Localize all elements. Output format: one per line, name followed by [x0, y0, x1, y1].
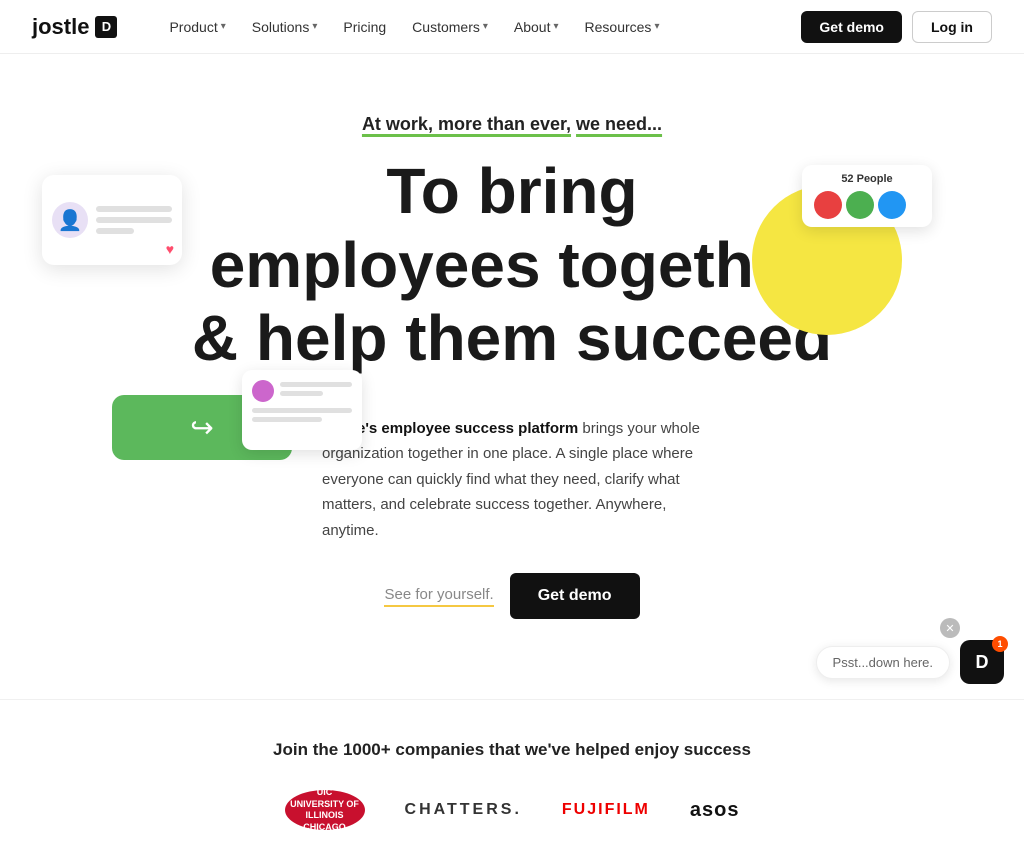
small-card [242, 370, 362, 450]
circle-green [846, 191, 874, 219]
login-button[interactable]: Log in [912, 11, 992, 43]
get-demo-hero-button[interactable]: Get demo [510, 573, 640, 619]
nav-actions: Get demo Log in [801, 11, 992, 43]
nav-item-solutions[interactable]: Solutions ▾ [240, 13, 330, 41]
logos-row: UICUNIVERSITY OFILLINOIS CHICAGO CHATTER… [32, 790, 992, 830]
hero-main: 👤 ♥ 52 People To bring [32, 155, 992, 376]
hero-tagline: At work, more than ever, we need... [32, 114, 992, 135]
nav-item-resources[interactable]: Resources ▾ [573, 13, 672, 41]
logo-chatters: CHATTERS. [405, 801, 522, 819]
avatar-icon: 👤 [52, 202, 88, 238]
nav-item-customers[interactable]: Customers ▾ [400, 13, 500, 41]
nav-item-product[interactable]: Product ▾ [157, 13, 237, 41]
chat-badge: 1 [992, 636, 1008, 652]
people-card: 52 People [802, 165, 932, 227]
logo[interactable]: jostle [32, 14, 117, 40]
hero-tagline-highlight: we need... [576, 114, 662, 134]
navbar: jostle Product ▾ Solutions ▾ Pricing Cus… [0, 0, 1024, 54]
arrow-icon: ↪ [190, 411, 213, 444]
chevron-down-icon: ▾ [553, 21, 558, 32]
small-card-icon [252, 380, 274, 402]
hero-cta: See for yourself. Get demo [32, 573, 992, 619]
chat-close-button[interactable]: ✕ [940, 618, 960, 638]
logo-icon [95, 16, 117, 38]
logo-asos: asos [690, 799, 740, 822]
heart-icon: ♥ [166, 241, 174, 257]
nav-item-pricing[interactable]: Pricing [331, 13, 398, 41]
see-for-yourself-link[interactable]: See for yourself. [384, 586, 493, 607]
profile-card: 👤 ♥ [42, 175, 182, 265]
hero-description: Jostle's employee success platform bring… [322, 416, 702, 544]
logo-uic: UICUNIVERSITY OFILLINOIS CHICAGO [285, 790, 365, 830]
circle-blue [878, 191, 906, 219]
social-proof-section: Join the 1000+ companies that we've help… [0, 699, 1024, 850]
chat-popup: Psst...down here. D 1 [816, 640, 1004, 684]
circle-red [814, 191, 842, 219]
logo-text: jostle [32, 14, 89, 40]
social-proof-heading: Join the 1000+ companies that we've help… [32, 740, 992, 760]
people-count: 52 People [814, 173, 920, 185]
chevron-down-icon: ▾ [312, 21, 317, 32]
logo-fujifilm: FUJIFILM [562, 801, 650, 819]
hero-section: At work, more than ever, we need... 👤 ♥ … [0, 54, 1024, 659]
nav-links: Product ▾ Solutions ▾ Pricing Customers … [157, 13, 801, 41]
nav-item-about[interactable]: About ▾ [502, 13, 571, 41]
people-card-area: 52 People [752, 165, 932, 345]
chat-icon-button[interactable]: D 1 [960, 640, 1004, 684]
chevron-down-icon: ▾ [221, 21, 226, 32]
chevron-down-icon: ▾ [654, 21, 659, 32]
chevron-down-icon: ▾ [483, 21, 488, 32]
get-demo-nav-button[interactable]: Get demo [801, 11, 902, 43]
chat-bubble-text: Psst...down here. [816, 646, 950, 679]
